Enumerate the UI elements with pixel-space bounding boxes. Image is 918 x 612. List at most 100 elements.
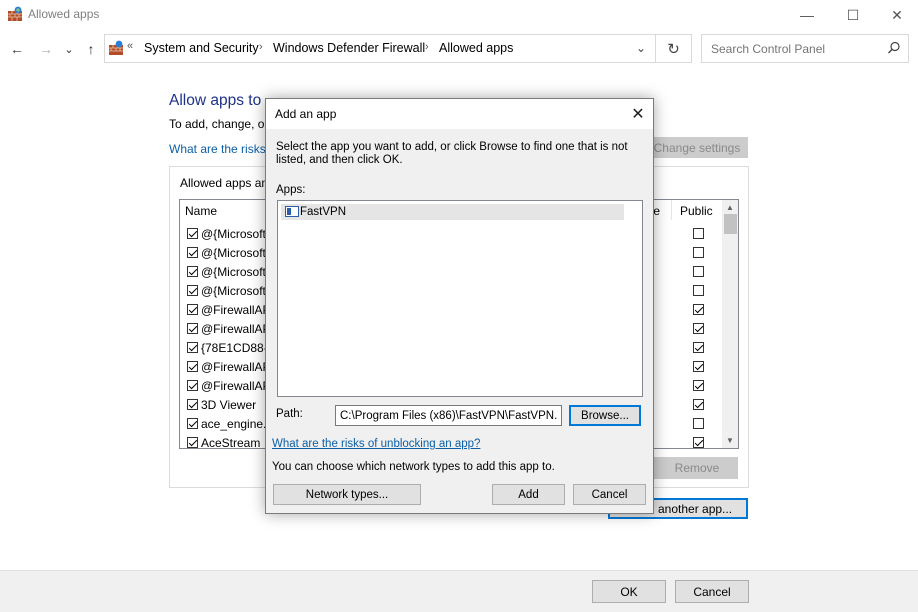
chevron-down-icon: ⌄	[64, 43, 74, 56]
column-header-name[interactable]: Name	[185, 204, 217, 218]
table-row[interactable]: @{Microsoft	[201, 227, 266, 241]
back-button[interactable]: ←	[6, 38, 28, 60]
row-enabled-checkbox[interactable]	[187, 437, 198, 448]
table-row[interactable]: @FirewallAP	[201, 303, 271, 317]
maximize-button[interactable]: ☐	[830, 0, 876, 30]
application-icon	[285, 206, 299, 217]
breadcrumb-system-and-security[interactable]: System and Security	[144, 41, 259, 55]
breadcrumb-separator-icon[interactable]: ›	[425, 41, 429, 53]
refresh-icon: ↻	[667, 40, 680, 58]
row-enabled-checkbox[interactable]	[187, 418, 198, 429]
scrollbar-thumb[interactable]	[724, 214, 737, 234]
row-public-checkbox[interactable]	[693, 437, 704, 448]
row-public-checkbox[interactable]	[693, 418, 704, 429]
arrow-up-icon: ↑	[87, 41, 95, 57]
row-public-checkbox[interactable]	[693, 323, 704, 334]
table-row[interactable]: ace_engine.e	[201, 417, 273, 431]
ok-button[interactable]: OK	[592, 580, 666, 603]
change-settings-button[interactable]: Change settings	[646, 137, 748, 158]
row-enabled-checkbox[interactable]	[187, 399, 198, 410]
table-row[interactable]: @{Microsoft	[201, 246, 266, 260]
row-public-checkbox[interactable]	[693, 285, 704, 296]
row-public-checkbox[interactable]	[693, 380, 704, 391]
table-row[interactable]: @{Microsoft	[201, 265, 266, 279]
network-types-button[interactable]: Network types...	[273, 484, 421, 505]
row-enabled-checkbox[interactable]	[187, 380, 198, 391]
row-enabled-checkbox[interactable]	[187, 304, 198, 315]
row-public-checkbox[interactable]	[693, 399, 704, 410]
row-public-checkbox[interactable]	[693, 361, 704, 372]
close-icon: ✕	[891, 6, 903, 23]
row-public-checkbox[interactable]	[693, 266, 704, 277]
refresh-button[interactable]: ↻	[656, 34, 692, 63]
arrow-left-icon: ←	[10, 41, 24, 57]
cancel-label: Cancel	[693, 584, 731, 599]
dialog-instructions: Select the app you want to add, or click…	[276, 141, 628, 166]
add-label: Add	[518, 488, 539, 501]
table-row[interactable]: @FirewallAP	[201, 322, 271, 336]
breadcrumb-separator-icon[interactable]: ›	[259, 41, 263, 53]
row-enabled-checkbox[interactable]	[187, 342, 198, 353]
row-public-checkbox[interactable]	[693, 342, 704, 353]
remove-button[interactable]: Remove	[656, 457, 738, 479]
network-types-info: You can choose which network types to ad…	[272, 461, 555, 473]
add-button[interactable]: Add	[492, 484, 565, 505]
address-dropdown-button[interactable]: ⌄	[632, 38, 650, 58]
cancel-button[interactable]: Cancel	[675, 580, 749, 603]
app-name: FastVPN	[300, 206, 347, 218]
browse-button[interactable]: Browse...	[569, 405, 641, 426]
firewall-icon	[7, 6, 23, 22]
apps-listbox[interactable]	[277, 200, 643, 397]
arrow-right-icon: →	[39, 41, 53, 57]
dialog-close-button[interactable]: ✕	[624, 100, 652, 128]
scroll-down-arrow-icon[interactable]: ▼	[722, 433, 738, 447]
list-scrollbar[interactable]	[722, 200, 738, 448]
table-row[interactable]: {78E1CD88-4	[201, 341, 274, 355]
breadcrumb-allowed-apps[interactable]: Allowed apps	[439, 41, 513, 55]
minimize-icon: —	[800, 7, 814, 23]
allow-another-app-label: another app...	[658, 501, 733, 516]
row-enabled-checkbox[interactable]	[187, 285, 198, 296]
ok-label: OK	[620, 584, 638, 599]
table-row[interactable]: @{Microsoft	[201, 284, 266, 298]
row-enabled-checkbox[interactable]	[187, 266, 198, 277]
row-enabled-checkbox[interactable]	[187, 228, 198, 239]
table-row[interactable]: @FirewallAP	[201, 379, 271, 393]
recent-locations-button[interactable]: ⌄	[60, 38, 78, 60]
browse-label: Browse...	[581, 409, 629, 422]
risks-link[interactable]: What are the risks	[169, 142, 266, 156]
close-icon: ✕	[631, 106, 645, 123]
apps-label: Apps:	[276, 184, 306, 196]
scroll-up-arrow-icon[interactable]: ▲	[722, 200, 738, 214]
control-panel-icon	[108, 40, 124, 56]
unblocking-risks-link[interactable]: What are the risks of unblocking an app?	[272, 438, 480, 450]
footer-bar	[0, 570, 918, 612]
row-public-checkbox[interactable]	[693, 247, 704, 258]
change-settings-label: Change settings	[653, 140, 741, 155]
forward-button[interactable]: →	[35, 38, 57, 60]
row-enabled-checkbox[interactable]	[187, 247, 198, 258]
column-header-public[interactable]: Public	[680, 204, 713, 218]
dialog-cancel-button[interactable]: Cancel	[573, 484, 646, 505]
page-heading: Allow apps to	[169, 92, 262, 109]
minimize-button[interactable]: —	[784, 0, 830, 30]
dialog-title: Add an app	[275, 107, 337, 121]
row-enabled-checkbox[interactable]	[187, 323, 198, 334]
network-types-label: Network types...	[305, 488, 389, 501]
row-public-checkbox[interactable]	[693, 304, 704, 315]
path-label: Path:	[276, 408, 303, 420]
table-row[interactable]: AceStream	[201, 436, 260, 450]
page-description: To add, change, or	[169, 117, 269, 131]
table-row[interactable]: @FirewallAP	[201, 360, 271, 374]
search-input[interactable]	[701, 34, 909, 63]
title-bar	[0, 0, 918, 30]
row-public-checkbox[interactable]	[693, 228, 704, 239]
close-window-button[interactable]: ✕	[874, 0, 918, 30]
overflow-chevron-icon[interactable]: «	[127, 40, 133, 52]
breadcrumb-windows-defender-firewall[interactable]: Windows Defender Firewall	[273, 41, 425, 55]
up-button[interactable]: ↑	[80, 38, 102, 60]
table-row[interactable]: 3D Viewer	[201, 398, 256, 412]
path-input[interactable]	[335, 405, 562, 426]
row-enabled-checkbox[interactable]	[187, 361, 198, 372]
search-icon[interactable]	[887, 41, 901, 55]
